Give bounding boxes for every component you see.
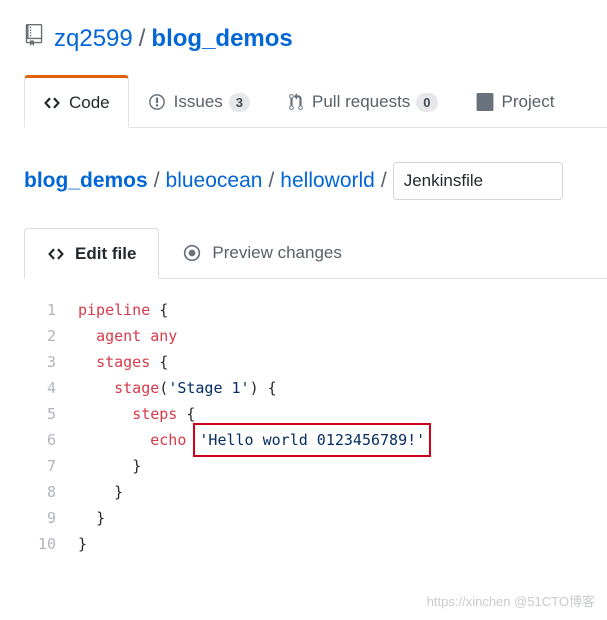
highlighted-string: 'Hello world 0123456789!'	[193, 423, 431, 457]
line-number: 10	[24, 531, 78, 557]
line-number: 3	[24, 349, 78, 375]
line-number: 2	[24, 323, 78, 349]
tab-edit-file[interactable]: Edit file	[24, 228, 159, 279]
tab-pulls-label: Pull requests	[312, 92, 410, 112]
tab-projects-label: Project	[502, 92, 555, 112]
line-number: 6	[24, 427, 78, 453]
line-number: 7	[24, 453, 78, 479]
repo-name-link[interactable]: blog_demos	[151, 25, 292, 53]
line-number: 9	[24, 505, 78, 531]
breadcrumb-folder-1[interactable]: blueocean	[166, 169, 263, 193]
line-number: 8	[24, 479, 78, 505]
tab-pull-requests[interactable]: Pull requests 0	[269, 75, 457, 127]
issues-count: 3	[229, 93, 250, 112]
repo-icon	[24, 24, 44, 53]
tab-issues-label: Issues	[174, 92, 223, 112]
tab-projects[interactable]: Project	[457, 75, 574, 127]
editor-tabs: Edit file Preview changes	[24, 228, 607, 279]
tab-code-label: Code	[69, 93, 110, 113]
line-number: 4	[24, 375, 78, 401]
watermark: https://xinchen @51CTO博客	[427, 591, 595, 610]
line-number: 5	[24, 401, 78, 427]
tab-issues[interactable]: Issues 3	[129, 75, 269, 127]
code-editor[interactable]: 1pipeline { 2 agent any 3 stages { 4 sta…	[24, 279, 607, 557]
tab-preview-label: Preview changes	[212, 243, 341, 263]
repo-header: zq2599 / blog_demos	[24, 24, 607, 53]
repo-nav: Code Issues 3 Pull requests 0 Project	[24, 75, 607, 128]
filename-input[interactable]	[393, 162, 563, 200]
slash: /	[139, 25, 146, 53]
repo-owner-link[interactable]: zq2599	[54, 25, 133, 53]
breadcrumb: blog_demos / blueocean / helloworld /	[24, 162, 607, 200]
breadcrumb-sep: /	[381, 169, 387, 193]
line-number: 1	[24, 297, 78, 323]
breadcrumb-root[interactable]: blog_demos	[24, 169, 148, 193]
tab-code[interactable]: Code	[24, 75, 129, 128]
breadcrumb-sep: /	[268, 169, 274, 193]
pulls-count: 0	[416, 93, 437, 112]
breadcrumb-sep: /	[154, 169, 160, 193]
tab-edit-label: Edit file	[75, 244, 136, 264]
breadcrumb-folder-2[interactable]: helloworld	[280, 169, 375, 193]
tab-preview-changes[interactable]: Preview changes	[159, 228, 364, 278]
